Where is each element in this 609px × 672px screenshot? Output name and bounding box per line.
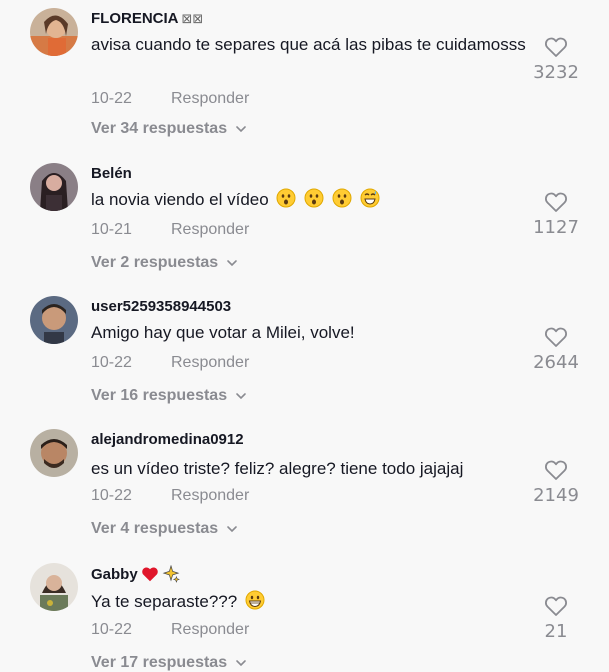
view-replies-label: Ver 2 respuestas [91,254,219,271]
comment-text-body: Ya te separaste??? [91,592,238,611]
view-replies-button[interactable]: Ver 2 respuestas [91,254,238,272]
heart-icon[interactable] [544,36,568,58]
avatar[interactable] [30,296,78,344]
astonished-face-icon [332,188,352,208]
like-group: 1127 [521,191,591,238]
view-replies-button[interactable]: Ver 17 respuestas [91,654,247,672]
comment-text: avisa cuando te separes que acá las piba… [91,35,526,54]
like-count: 2644 [533,352,579,373]
heart-icon[interactable] [544,459,568,481]
reply-button[interactable]: Responder [171,90,249,108]
comment-date: 10-22 [91,487,132,504]
astonished-face-icon [304,188,324,208]
comment-meta: 10-21 Responder [91,221,249,239]
chevron-down-icon [227,260,238,267]
avatar[interactable] [30,563,78,611]
comment-date: 10-22 [91,621,132,638]
red-heart-icon [141,567,158,582]
view-replies-button[interactable]: Ver 34 respuestas [91,120,247,138]
comment-username[interactable]: Gabby [91,565,180,583]
like-group: 2644 [521,326,591,373]
heart-icon[interactable] [544,326,568,348]
comment-text: es un vídeo triste? feliz? alegre? tiene… [91,459,464,478]
chevron-down-icon [236,393,246,400]
like-group: 2149 [521,459,591,506]
like-group: 21 [521,595,591,642]
view-replies-label: Ver 34 respuestas [91,120,228,137]
comment-username[interactable]: FLORENCIA ⊠⊠ [91,10,203,27]
username-text: FLORENCIA [91,10,179,27]
view-replies-button[interactable]: Ver 16 respuestas [91,387,247,405]
like-count: 2149 [533,485,579,506]
astonished-face-icon [276,188,296,208]
grinning-sweat-face-icon [360,188,380,208]
username-suffix: ⊠⊠ [181,10,204,26]
comment-date: 10-22 [91,354,132,371]
like-count: 1127 [533,217,579,238]
view-replies-button[interactable]: Ver 4 respuestas [91,520,238,538]
sparkles-icon [162,565,180,583]
comment-username[interactable]: alejandromedina0912 [91,431,244,448]
avatar[interactable] [30,8,78,56]
username-text: Belén [91,165,132,182]
comment-meta: 10-22 Responder [91,621,249,639]
reply-button[interactable]: Responder [171,354,249,372]
username-text: alejandromedina0912 [91,431,244,448]
comment-meta: 10-22 Responder [91,487,249,505]
comment-text: Ya te separaste??? [91,589,531,614]
chevron-down-icon [227,526,238,533]
grinning-face-icon [245,590,265,610]
comment-date: 10-21 [91,221,132,238]
like-count: 21 [544,621,568,642]
comment-username[interactable]: Belén [91,165,132,182]
avatar[interactable] [30,429,78,477]
comment-date: 10-22 [91,90,132,107]
chevron-down-icon [236,126,246,133]
like-count: 3232 [533,62,579,83]
comment-text: Amigo hay que votar a Milei, volve! [91,323,355,342]
like-group: 3232 [521,36,591,83]
avatar[interactable] [30,163,78,211]
chevron-down-icon [236,660,246,667]
heart-icon[interactable] [544,595,568,617]
comment-list: FLORENCIA ⊠⊠ avisa cuando te separes que… [0,0,609,671]
comment-text: la novia viendo el vídeo [91,187,531,212]
comment-meta: 10-22 Responder [91,90,249,108]
comment-text-body: la novia viendo el vídeo [91,190,269,209]
reply-button[interactable]: Responder [171,221,249,239]
reply-button[interactable]: Responder [171,487,249,505]
view-replies-label: Ver 4 respuestas [91,520,219,537]
username-text: user5259358944503 [91,298,232,315]
view-replies-label: Ver 17 respuestas [91,654,228,671]
username-text: Gabby [91,565,138,583]
comment-username[interactable]: user5259358944503 [91,298,231,315]
comment-meta: 10-22 Responder [91,354,249,372]
reply-button[interactable]: Responder [171,621,249,639]
heart-icon[interactable] [544,191,568,213]
view-replies-label: Ver 16 respuestas [91,387,228,404]
